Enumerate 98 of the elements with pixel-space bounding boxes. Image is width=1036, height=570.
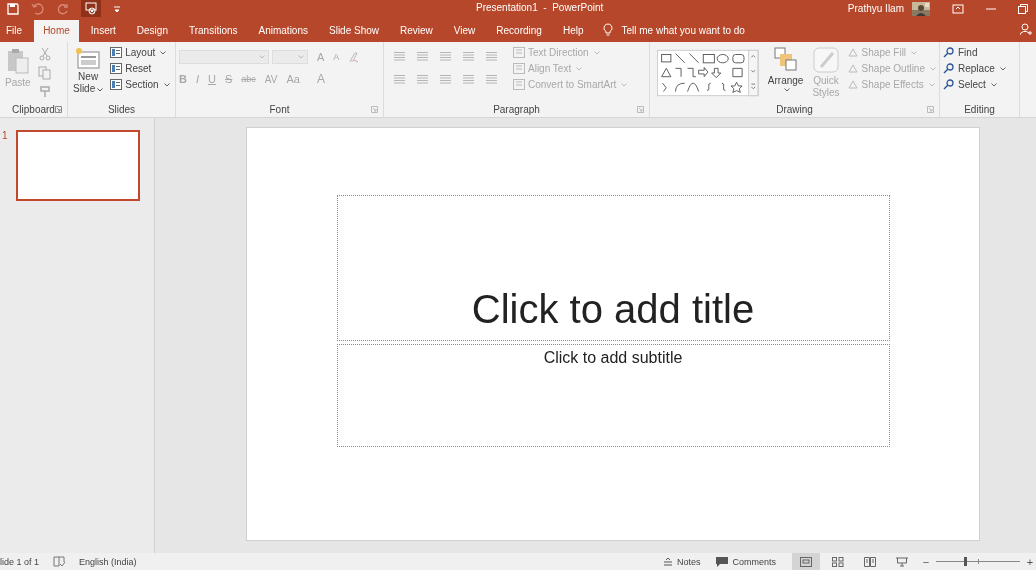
- comments-button[interactable]: Comments: [716, 556, 776, 567]
- caret-icon: [576, 66, 583, 71]
- projector-screen-icon: [896, 556, 908, 567]
- book-icon: [864, 556, 876, 567]
- ribbon-tab[interactable]: Home: [34, 20, 79, 42]
- restore-icon[interactable]: [1018, 3, 1028, 14]
- search-icon: [943, 63, 955, 74]
- caret-icon: [163, 82, 170, 87]
- slides-command-button[interactable]: Section: [110, 79, 170, 90]
- caret-icon: [783, 88, 790, 92]
- ribbon-tab[interactable]: Recording: [487, 20, 551, 42]
- user-name[interactable]: Prathyu Ilam: [847, 3, 904, 14]
- ribbon-tab[interactable]: Animations: [249, 20, 317, 42]
- slide-counter: lide 1 of 1: [0, 556, 40, 567]
- slides-command-button[interactable]: Reset: [110, 63, 170, 74]
- zoom-out-button[interactable]: −: [920, 555, 932, 568]
- undo-icon[interactable]: [31, 2, 45, 15]
- caret-icon: [621, 82, 628, 87]
- caret-icon: [298, 55, 304, 59]
- spelling-icon[interactable]: [53, 556, 67, 567]
- ribbon-tab[interactable]: Help: [553, 20, 593, 42]
- arrange-button[interactable]: Arrange: [765, 45, 806, 94]
- save-icon[interactable]: [7, 2, 19, 15]
- group-label: Editing: [964, 104, 995, 115]
- zoom-slider[interactable]: [936, 557, 1020, 566]
- caret-icon: [593, 50, 600, 55]
- ribbon-tab[interactable]: View: [444, 20, 485, 42]
- lightbulb-icon: [603, 23, 614, 36]
- caret-icon: [930, 66, 936, 71]
- launcher-icon[interactable]: [371, 106, 378, 113]
- tell-me-field[interactable]: Tell me what you want to do: [621, 20, 745, 42]
- caret-icon: [160, 50, 167, 55]
- ribbon-display-icon[interactable]: [952, 3, 964, 14]
- launcher-icon[interactable]: [927, 106, 934, 113]
- triangle-icon: [846, 47, 859, 58]
- redo-icon[interactable]: [57, 2, 69, 15]
- subtitle-placeholder[interactable]: Click to add subtitle: [336, 344, 890, 447]
- window-title: Presentation1 - PowerPoint: [476, 2, 604, 13]
- speech-bubble-icon: [716, 556, 729, 567]
- editing-command-button[interactable]: Select: [943, 79, 1006, 90]
- slide-number: 1: [2, 130, 9, 143]
- ribbon-tab[interactable]: Transitions: [179, 20, 247, 42]
- ribbon-tab[interactable]: Review: [391, 20, 442, 42]
- text-box-icon: [513, 79, 525, 90]
- slide-thumbnail[interactable]: [16, 130, 140, 201]
- slide-layout-icon: [110, 79, 123, 90]
- copy-icon[interactable]: [37, 66, 52, 80]
- eraser-icon[interactable]: [348, 51, 361, 63]
- normal-view-button[interactable]: [792, 553, 820, 570]
- slide-layout-icon: [110, 47, 123, 58]
- slide-layout-icon: [110, 63, 123, 74]
- presenter-button[interactable]: [81, 0, 101, 17]
- caret-icon: [999, 66, 1006, 71]
- text-box-icon: [513, 63, 525, 74]
- zoom-slider-thumb[interactable]: [964, 557, 968, 566]
- clipboard-icon: [5, 47, 30, 75]
- cut-icon[interactable]: [37, 47, 52, 61]
- zoom-in-button[interactable]: +: [1024, 555, 1036, 568]
- group-label: Font: [269, 104, 290, 115]
- grid-icon: [832, 556, 844, 567]
- ribbon-tab[interactable]: Slide Show: [320, 20, 388, 42]
- notes-icon: [662, 557, 673, 566]
- monitor-icon: [85, 2, 97, 15]
- language-label[interactable]: English (India): [79, 556, 137, 567]
- ribbon-tab[interactable]: File: [0, 20, 32, 42]
- caret-icon: [911, 50, 918, 55]
- group-label: Drawing: [776, 104, 813, 115]
- normal-view-icon: [800, 556, 812, 567]
- launcher-icon[interactable]: [55, 106, 62, 113]
- ribbon-tab[interactable]: Insert: [81, 20, 125, 42]
- shapes-gallery-drawing[interactable]: [657, 48, 759, 98]
- new-slide-icon: [75, 47, 102, 69]
- triangle-icon: [846, 79, 859, 90]
- format-painter-icon[interactable]: [37, 85, 52, 99]
- ribbon-tab[interactable]: Design: [127, 20, 177, 42]
- search-icon: [943, 79, 955, 90]
- group-label: Paragraph: [493, 104, 540, 115]
- brush-icon: [813, 47, 839, 73]
- search-icon: [943, 47, 955, 58]
- text-box-icon: [513, 47, 525, 58]
- customize-icon[interactable]: [113, 4, 121, 13]
- slides-command-button[interactable]: Layout: [110, 47, 170, 58]
- title-placeholder[interactable]: Click to add title: [336, 195, 890, 341]
- caret-icon: [928, 82, 935, 87]
- triangle-icon: [846, 63, 859, 74]
- group-label: Slides: [107, 104, 136, 115]
- caret-icon: [259, 55, 265, 59]
- notes-button[interactable]: Notes: [662, 556, 701, 567]
- font-size-field[interactable]: [272, 50, 308, 64]
- editing-command-button[interactable]: Find: [943, 47, 1006, 58]
- caret-icon: [990, 82, 997, 87]
- launcher-icon[interactable]: [637, 106, 644, 113]
- editing-command-button[interactable]: Replace: [943, 63, 1006, 74]
- new-slide-button[interactable]: New Slide: [71, 45, 106, 97]
- group-label: Clipboard: [12, 104, 55, 115]
- caret-icon: [97, 88, 104, 92]
- overlapping-squares-icon: [773, 47, 798, 73]
- share-icon[interactable]: [1020, 23, 1032, 36]
